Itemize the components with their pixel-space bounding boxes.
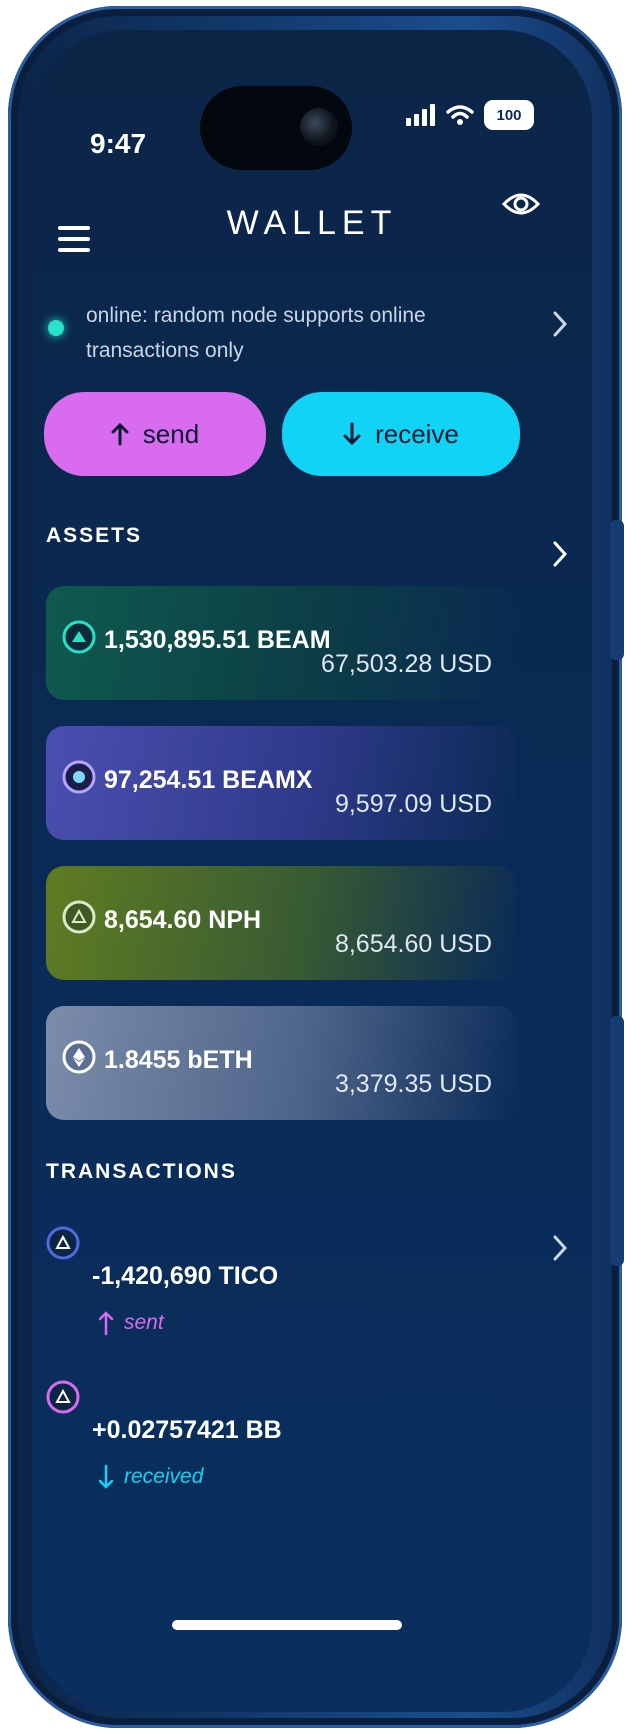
phone-frame: 9:47 100 WALLET online: random node supp…: [8, 6, 624, 1728]
dynamic-island: [200, 86, 352, 170]
bb-icon: [46, 1380, 80, 1414]
status-time: 9:47: [90, 128, 147, 159]
asset-usd-value: 3,379.35 USD: [334, 1070, 492, 1098]
transaction-status-label: sent: [124, 1311, 164, 1334]
status-icons: 100: [406, 100, 534, 130]
signal-icon: [406, 104, 435, 126]
transaction-amount: -1,420,690 TICO: [92, 1262, 279, 1290]
receive-button[interactable]: receive: [282, 392, 520, 476]
eye-icon[interactable]: [501, 190, 541, 223]
menu-icon-line: [58, 248, 90, 252]
node-status-row[interactable]: online: random node supports online tran…: [48, 292, 568, 372]
asset-card-nph[interactable]: 8,654.60 NPH 8,654.60 USD: [46, 866, 516, 980]
asset-amount: 1,530,895.51 BEAM: [104, 626, 331, 654]
transaction-row[interactable]: -1,420,690 TICO sent: [46, 1222, 568, 1342]
app-screen: 9:47 100 WALLET online: random node supp…: [32, 30, 592, 1712]
transaction-status-label: received: [124, 1465, 204, 1488]
arrow-down-icon: [343, 422, 361, 446]
chevron-right-icon: [553, 311, 568, 337]
assets-chevron-right-icon[interactable]: [552, 540, 568, 568]
eth-icon: [62, 1040, 96, 1074]
wifi-icon: [446, 105, 474, 125]
asset-usd-value: 8,654.60 USD: [334, 930, 492, 958]
asset-amount: 97,254.51 BEAMX: [104, 766, 313, 794]
transaction-amount: +0.02757421 BB: [92, 1416, 282, 1444]
transactions-heading: TRANSACTIONS: [46, 1160, 237, 1183]
asset-card-beamx[interactable]: 97,254.51 BEAMX 9,597.09 USD: [46, 726, 516, 840]
chevron-right-icon: [553, 1235, 568, 1261]
arrow-up-icon: [111, 422, 129, 446]
tico-icon: [46, 1226, 80, 1260]
beam-icon: [62, 620, 96, 654]
nph-icon: [62, 900, 96, 934]
arrow-up-icon: [98, 1311, 114, 1336]
asset-usd-value: 67,503.28 USD: [321, 650, 492, 678]
home-indicator[interactable]: [172, 1620, 402, 1630]
volume-up-button: [610, 520, 624, 660]
asset-card-beam[interactable]: 1,530,895.51 BEAM 67,503.28 USD: [46, 586, 516, 700]
battery-icon: 100: [484, 100, 534, 130]
arrow-down-icon: [98, 1464, 114, 1489]
assets-heading: ASSETS: [46, 524, 143, 547]
asset-usd-value: 9,597.09 USD: [334, 790, 492, 818]
asset-amount: 1.8455 bETH: [104, 1046, 253, 1074]
node-status-text: online: random node supports online tran…: [86, 304, 426, 362]
send-label: send: [142, 418, 200, 449]
asset-amount: 8,654.60 NPH: [104, 906, 262, 934]
transaction-row[interactable]: +0.02757421 BB received: [46, 1376, 568, 1496]
send-button[interactable]: send: [44, 392, 266, 476]
asset-card-beth[interactable]: 1.8455 bETH 3,379.35 USD: [46, 1006, 516, 1120]
receive-label: receive: [375, 418, 459, 449]
transaction-status: received: [98, 1464, 203, 1490]
transaction-status: sent: [98, 1310, 164, 1336]
beamx-icon: [62, 760, 96, 794]
camera-icon: [300, 108, 338, 146]
online-status-dot: [48, 320, 64, 336]
power-button: [610, 1016, 624, 1266]
